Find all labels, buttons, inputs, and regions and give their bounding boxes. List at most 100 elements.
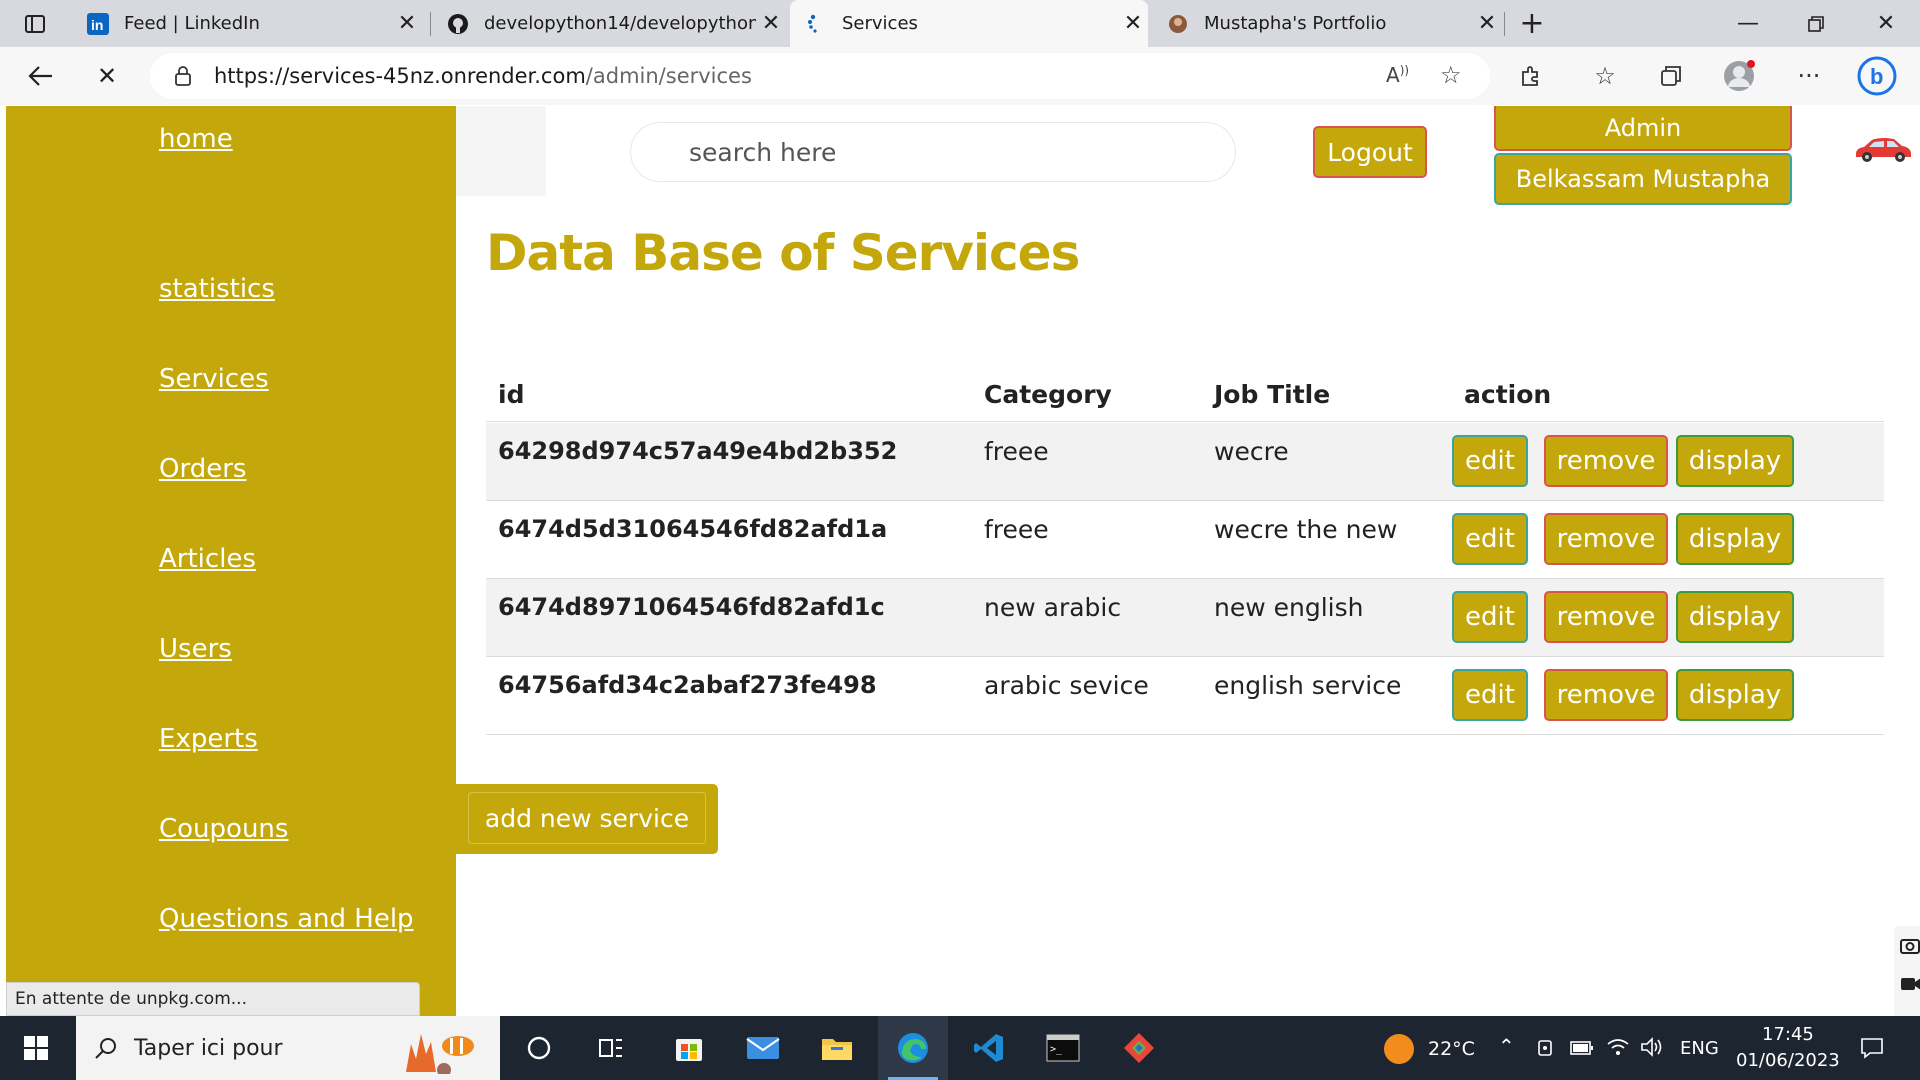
tab-title: Mustapha's Portfolio (1204, 13, 1387, 34)
display-button[interactable]: display (1676, 435, 1794, 487)
page-title: Data Base of Services (486, 224, 1080, 282)
svg-text:b: b (1870, 64, 1883, 89)
table-row: 6474d8971064546fd82afd1c new arabic new … (486, 579, 1884, 657)
address-bar[interactable]: https://services-45nz.onrender.com/admin… (150, 53, 1490, 99)
sidebar-item-home[interactable]: home (159, 124, 233, 154)
notifications-icon[interactable] (1860, 1036, 1884, 1064)
url-host: https://services-45nz.onrender.com (214, 64, 586, 88)
remove-button[interactable]: remove (1544, 513, 1668, 565)
remove-button[interactable]: remove (1544, 669, 1668, 721)
tab-linkedin[interactable]: in Feed | LinkedIn ✕ (72, 0, 422, 47)
sidebar-item-questions-help[interactable]: Questions and Help (159, 904, 414, 934)
task-view-icon[interactable] (576, 1016, 646, 1080)
meet-now-icon[interactable] (1536, 1038, 1556, 1062)
tab-actions-icon[interactable] (14, 3, 56, 45)
edge-icon[interactable] (878, 1016, 948, 1080)
terminal-icon[interactable]: >_ (1028, 1016, 1098, 1080)
sidebar-item-orders[interactable]: Orders (159, 454, 246, 484)
start-windows-icon[interactable] (0, 1016, 72, 1080)
display-button[interactable]: display (1676, 513, 1794, 565)
taskbar-search[interactable]: Taper ici pour (76, 1016, 500, 1080)
language-indicator[interactable]: ENG (1680, 1038, 1719, 1059)
vscode-icon[interactable] (954, 1016, 1024, 1080)
taskbar-search-text: Taper ici pour (134, 1035, 283, 1061)
close-icon[interactable]: ✕ (1118, 11, 1148, 36)
tab-services[interactable]: Services ✕ (790, 0, 1148, 47)
cell-category: new arabic (984, 593, 1122, 622)
search-input[interactable] (630, 122, 1236, 182)
mail-icon[interactable] (728, 1016, 798, 1080)
tab-portfolio[interactable]: Mustapha's Portfolio ✕ (1152, 0, 1502, 47)
weather-temperature[interactable]: 22°C (1428, 1038, 1475, 1060)
cell-job-title: new english (1214, 593, 1364, 622)
sidebar-item-services[interactable]: Services (159, 364, 269, 394)
logout-button[interactable]: Logout (1313, 126, 1427, 178)
page-content: home statistics Services Orders Articles… (6, 106, 1920, 1016)
close-icon[interactable]: ✕ (756, 11, 786, 36)
collections-icon[interactable] (1650, 55, 1692, 97)
tab-title: developython14/developython14 (484, 13, 756, 34)
tab-github[interactable]: developython14/developython14 ✕ (432, 0, 786, 47)
wifi-icon[interactable] (1606, 1036, 1630, 1062)
weather-icon[interactable] (1384, 1034, 1414, 1064)
add-favorite-icon[interactable]: ☆ (1440, 61, 1462, 89)
stop-loading-icon[interactable]: ✕ (86, 55, 128, 97)
cell-job-title: wecre the new (1214, 515, 1398, 544)
spinner-icon (804, 12, 828, 36)
more-menu-icon[interactable]: ··· (1788, 55, 1830, 97)
extensions-icon[interactable] (1510, 55, 1552, 97)
back-icon[interactable] (20, 55, 62, 97)
read-aloud-icon[interactable]: A)) (1386, 63, 1409, 87)
clock-date[interactable]: 01/06/2023 (1736, 1050, 1840, 1071)
screenshot-icon[interactable] (1900, 936, 1920, 958)
cell-id: 6474d8971064546fd82afd1c (498, 593, 885, 621)
column-header-job-title: Job Title (1214, 380, 1331, 409)
cell-job-title: wecre (1214, 437, 1289, 466)
cell-category: freee (984, 437, 1049, 466)
bing-chat-icon[interactable]: b (1856, 55, 1898, 97)
chevron-up-icon[interactable]: ⌃ (1498, 1034, 1515, 1058)
remove-button[interactable]: remove (1544, 435, 1668, 487)
edit-button[interactable]: edit (1452, 669, 1528, 721)
video-icon[interactable] (1900, 976, 1920, 996)
volume-icon[interactable] (1640, 1036, 1664, 1062)
edit-button[interactable]: edit (1452, 435, 1528, 487)
microsoft-store-icon[interactable] (654, 1016, 724, 1080)
new-tab-button[interactable]: + (1498, 0, 1566, 47)
display-button[interactable]: display (1676, 591, 1794, 643)
tab-title: Services (842, 13, 918, 34)
minimize-icon[interactable]: — (1714, 0, 1782, 47)
clock-time[interactable]: 17:45 (1762, 1024, 1814, 1045)
sidebar-item-users[interactable]: Users (159, 634, 232, 664)
sidebar-item-statistics[interactable]: statistics (159, 274, 275, 304)
taskbar: Taper ici pour >_ 22°C ⌃ ENG 17:45 01/06… (0, 1016, 1920, 1080)
sidebar-item-coupouns[interactable]: Coupouns (159, 814, 288, 844)
github-icon (446, 12, 470, 36)
profile-avatar[interactable] (1718, 55, 1760, 97)
sidebar-item-experts[interactable]: Experts (159, 724, 258, 754)
window-close-icon[interactable]: ✕ (1852, 0, 1920, 47)
display-button[interactable]: display (1676, 669, 1794, 721)
add-new-service-button[interactable]: add new service (468, 792, 706, 844)
url-text[interactable]: https://services-45nz.onrender.com/admin… (214, 64, 752, 88)
battery-icon[interactable] (1570, 1040, 1594, 1060)
git-gui-icon[interactable] (1104, 1016, 1174, 1080)
admin-badge[interactable]: Admin (1494, 106, 1792, 151)
file-explorer-icon[interactable] (802, 1016, 872, 1080)
remove-button[interactable]: remove (1544, 591, 1668, 643)
edit-button[interactable]: edit (1452, 513, 1528, 565)
side-tools-panel (1894, 926, 1920, 1016)
restore-icon[interactable] (1782, 0, 1850, 47)
table-row: 64756afd34c2abaf273fe498 arabic sevice e… (486, 657, 1884, 735)
cortana-icon[interactable] (504, 1016, 574, 1080)
lock-icon[interactable] (174, 65, 192, 87)
sidebar-item-articles[interactable]: Articles (159, 544, 256, 574)
favorites-icon[interactable]: ☆ (1584, 55, 1626, 97)
cell-job-title: english service (1214, 671, 1402, 700)
edit-button[interactable]: edit (1452, 591, 1528, 643)
close-icon[interactable]: ✕ (392, 11, 422, 36)
portfolio-icon (1166, 12, 1190, 36)
cell-category: freee (984, 515, 1049, 544)
browser-tab-bar: in Feed | LinkedIn ✕ developython14/deve… (0, 0, 1920, 47)
user-name-button[interactable]: Belkassam Mustapha (1494, 153, 1792, 205)
